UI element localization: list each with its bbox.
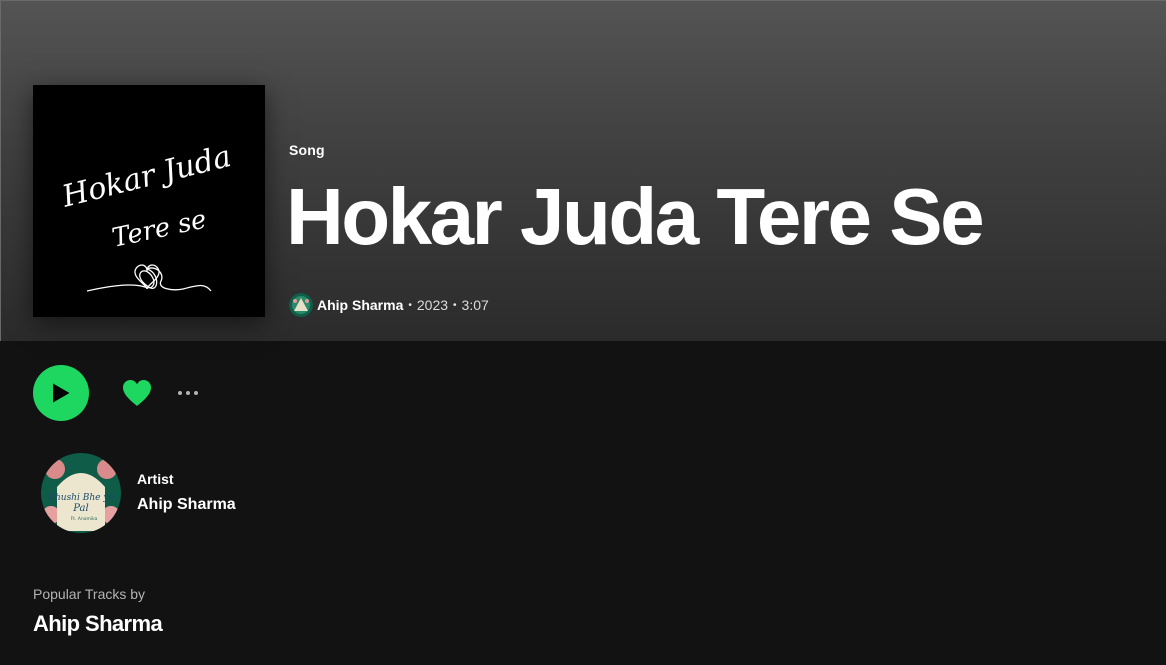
- popular-tracks-kicker: Popular Tracks by: [33, 586, 146, 602]
- avatar-art-line1: Khushi Bhe ye: [47, 493, 113, 503]
- page-title: Hokar Juda Tere Se: [286, 172, 985, 261]
- album-cover: Hokar Juda Tere se: [33, 85, 265, 317]
- byline-artist-link[interactable]: Ahip Sharma: [317, 297, 403, 313]
- artist-card[interactable]: Khushi Bhe ye Pal Ft. Anamika Artist Ahi…: [41, 453, 236, 533]
- popular-tracks-section: Popular Tracks by Ahip Sharma: [33, 585, 163, 638]
- play-icon: [53, 383, 70, 403]
- popular-tracks-artist: Ahip Sharma: [33, 611, 163, 636]
- artist-card-text: Artist Ahip Sharma: [137, 470, 236, 516]
- type-label: Song: [289, 142, 325, 158]
- avatar-art-line2: Pal: [72, 503, 88, 514]
- more-dots-icon: [178, 391, 182, 395]
- song-page: Hokar Juda Tere se Song Hokar Juda Tere …: [0, 0, 1166, 665]
- song-header: Hokar Juda Tere se Song Hokar Juda Tere …: [0, 0, 1166, 341]
- play-button[interactable]: [33, 365, 89, 421]
- artist-kicker: Artist: [137, 471, 174, 487]
- more-options-button[interactable]: [176, 385, 200, 401]
- avatar-art-line3: Ft. Anamika: [71, 516, 98, 522]
- song-duration: 3:07: [461, 297, 489, 313]
- release-year: 2023: [416, 297, 449, 313]
- action-bar: [33, 365, 200, 421]
- artist-avatar-small[interactable]: [289, 293, 313, 317]
- album-cover-art: Hokar Juda Tere se: [33, 85, 265, 317]
- like-button[interactable]: [121, 377, 153, 409]
- song-byline: Ahip Sharma • 2023 • 3:07: [289, 293, 489, 317]
- artist-name-link[interactable]: Ahip Sharma: [137, 494, 236, 516]
- song-meta: Song: [289, 141, 325, 159]
- separator-dot: •: [453, 299, 457, 311]
- separator-dot: •: [408, 299, 412, 311]
- heart-filled-icon: [123, 380, 151, 406]
- artist-avatar[interactable]: Khushi Bhe ye Pal Ft. Anamika: [41, 453, 121, 533]
